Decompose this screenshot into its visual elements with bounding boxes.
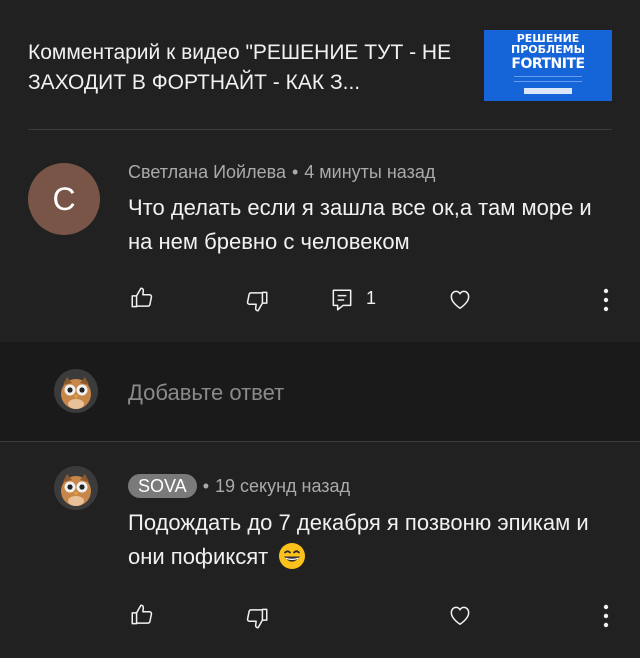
thumbs-down-icon (246, 608, 268, 629)
reply-input[interactable]: Добавьте ответ (128, 379, 284, 407)
reply-time: 19 секунд назад (215, 476, 351, 496)
thumbs-down-icon (246, 291, 268, 312)
comment-author[interactable]: Светлана Иойлева (128, 162, 286, 182)
grinning-face-icon (279, 543, 306, 569)
like-button[interactable] (128, 284, 156, 312)
reply-heart-button[interactable] (446, 601, 474, 629)
separator-dot: • (202, 476, 209, 496)
user-avatar[interactable] (54, 369, 98, 413)
reply-author-avatar[interactable] (54, 466, 98, 510)
video-thumbnail[interactable]: РЕШЕНИЕ ПРОБЛЕМЫ FORTNITE (484, 30, 612, 101)
comment-time: 4 минуты назад (304, 162, 436, 182)
thumbnail-line3: FORTNITE (511, 56, 585, 72)
heart-button[interactable] (446, 285, 474, 313)
comment-meta: Светлана Иойлева • 4 минуты назад (128, 160, 435, 184)
author-avatar[interactable]: С (28, 163, 100, 235)
more-options-button[interactable] (600, 286, 612, 314)
reply-like-button[interactable] (128, 601, 156, 629)
reply-button[interactable] (328, 286, 356, 314)
thumbs-up-icon (131, 287, 153, 308)
owl-avatar-icon (54, 369, 98, 413)
comment-header: Комментарий к видео "РЕШЕНИЕ ТУТ - НЕ ЗА… (0, 0, 640, 130)
separator-dot: • (291, 162, 299, 182)
header-divider (28, 129, 612, 130)
heart-icon (450, 290, 470, 309)
owl-avatar-icon (54, 466, 98, 510)
reply-more-options-button[interactable] (600, 602, 612, 630)
reply-divider (0, 441, 640, 442)
reply-meta: SOVA • 19 секунд назад (128, 474, 350, 498)
more-vert-icon (603, 604, 609, 628)
reply-count[interactable]: 1 (366, 286, 376, 310)
reply-dislike-button[interactable] (243, 604, 271, 632)
thumbnail-bar (524, 88, 572, 94)
reply-text-content: Подождать до 7 декабря я позвоню эпикам … (128, 510, 589, 569)
thumbs-up-icon (131, 604, 153, 625)
heart-icon (450, 606, 470, 625)
reply-text: Подождать до 7 декабря я позвоню эпикам … (128, 506, 608, 574)
thumbnail-decor (514, 76, 582, 82)
video-title[interactable]: Комментарий к видео "РЕШЕНИЕ ТУТ - НЕ ЗА… (28, 38, 473, 98)
reply-author-badge[interactable]: SOVA (128, 474, 197, 498)
dislike-button[interactable] (243, 287, 271, 315)
thumbnail-line2: ПРОБЛЕМЫ (511, 43, 585, 56)
reply-comment-icon (332, 289, 352, 311)
comment-text: Что делать если я зашла все ок,а там мор… (128, 195, 592, 254)
more-vert-icon (603, 288, 609, 312)
